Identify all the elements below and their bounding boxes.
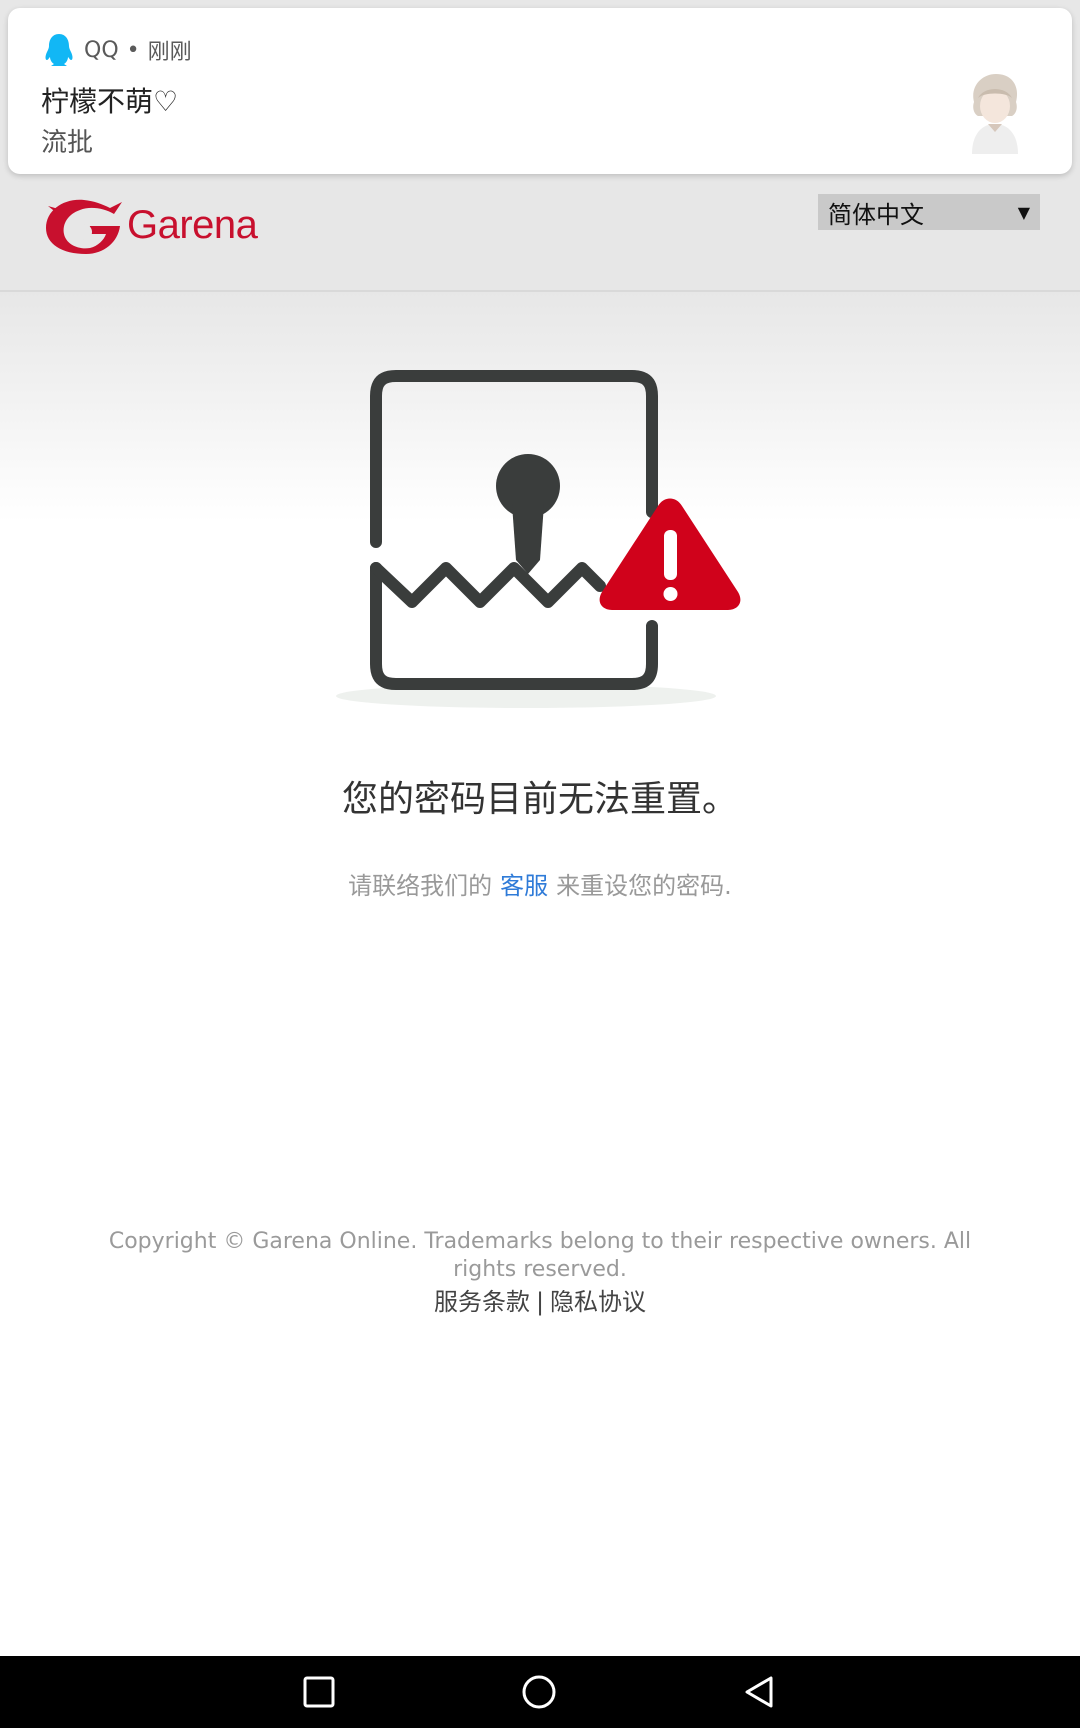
- error-message-prefix: 请联络我们的: [348, 872, 493, 900]
- copyright-text: Copyright © Garena Online. Trademarks be…: [108, 1229, 972, 1282]
- triangle-back-icon[interactable]: [741, 1674, 777, 1710]
- error-message: 请联络我们的 客服 来重设您的密码.: [0, 866, 1080, 901]
- logo-text: Garena: [127, 202, 258, 247]
- language-select[interactable]: 简体中文 ▼: [818, 194, 1040, 230]
- language-select-value: 简体中文: [828, 200, 924, 229]
- notification-app-name: QQ: [84, 37, 119, 63]
- notification-title: 柠檬不萌♡: [41, 85, 179, 118]
- garena-dragon-logo-icon: [46, 199, 122, 254]
- customer-service-link[interactable]: 客服: [500, 872, 548, 900]
- warning-icon: [599, 498, 741, 610]
- qq-notification[interactable]: QQ • 刚刚 柠檬不萌♡ 流批: [8, 8, 1072, 174]
- footer-links: 服务条款 | 隐私协议: [0, 1282, 1080, 1317]
- footer-link-separator: |: [535, 1288, 545, 1316]
- chevron-down-icon: ▼: [1017, 202, 1030, 222]
- error-title: 您的密码目前无法重置。: [341, 779, 738, 820]
- keyhole-icon: [496, 454, 560, 574]
- qq-penguin-icon: [45, 34, 73, 66]
- avatar: [960, 68, 1030, 154]
- circle-icon[interactable]: [521, 1674, 557, 1710]
- system-navigation-bar: [0, 1656, 1080, 1728]
- password-reset-error-illustration: [336, 370, 741, 708]
- square-icon[interactable]: [301, 1674, 337, 1710]
- garena-logo[interactable]: Garena: [40, 192, 258, 258]
- torn-edge: [370, 562, 606, 608]
- notification-message: 流批: [41, 128, 94, 158]
- error-message-suffix: 来重设您的密码.: [556, 872, 732, 900]
- notification-separator: •: [126, 37, 140, 63]
- terms-of-service-link[interactable]: 服务条款: [434, 1288, 530, 1316]
- notification-app-row: QQ • 刚刚: [42, 32, 192, 68]
- notification-time: 刚刚: [147, 40, 192, 65]
- privacy-policy-link[interactable]: 隐私协议: [550, 1288, 646, 1316]
